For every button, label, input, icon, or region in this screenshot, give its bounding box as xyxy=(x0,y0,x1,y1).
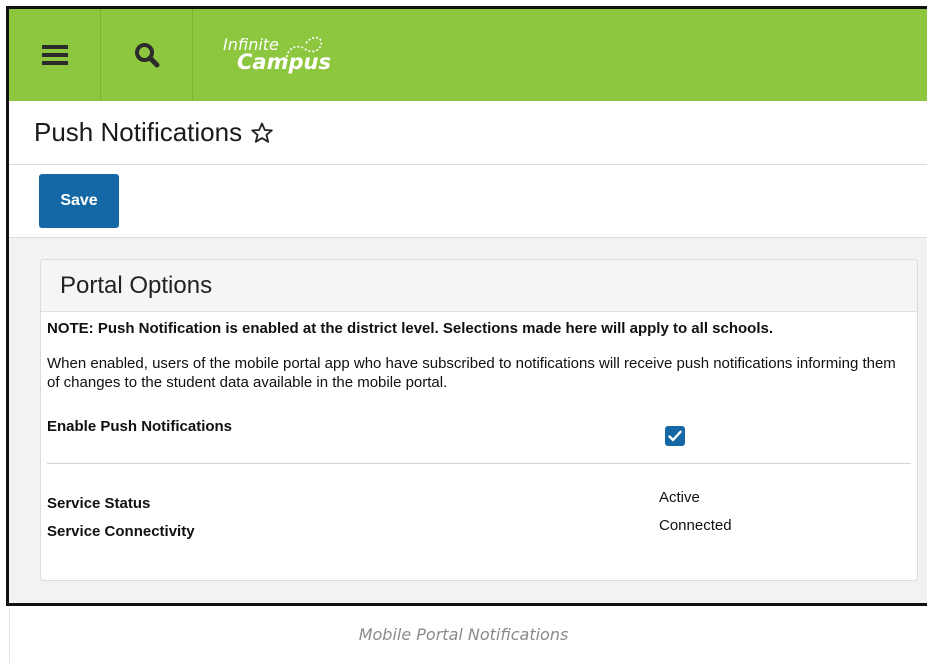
menu-button[interactable] xyxy=(9,9,101,101)
service-connectivity-label: Service Connectivity xyxy=(47,523,195,540)
service-status-label: Service Status xyxy=(47,495,151,512)
page-header: Push Notifications xyxy=(9,101,927,165)
portal-options-panel: Portal Options NOTE: Push Notification i… xyxy=(40,259,918,581)
content-area: Portal Options NOTE: Push Notification i… xyxy=(9,238,927,603)
page-title: Push Notifications xyxy=(34,117,243,147)
district-note: NOTE: Push Notification is enabled at th… xyxy=(47,320,774,337)
enable-push-checkbox[interactable] xyxy=(665,426,685,446)
hamburger-menu-icon xyxy=(41,45,68,65)
search-button[interactable] xyxy=(101,9,193,101)
save-button[interactable]: Save xyxy=(39,174,119,228)
service-status-row: Service Status Active xyxy=(47,489,911,517)
star-outline-icon xyxy=(251,122,273,143)
service-connectivity-row: Service Connectivity Connected xyxy=(47,517,911,545)
panel-title: Portal Options xyxy=(41,260,917,312)
service-connectivity-value: Connected xyxy=(659,517,732,534)
section-divider xyxy=(47,463,911,464)
favorite-button[interactable] xyxy=(250,121,274,145)
service-status-value: Active xyxy=(659,489,700,506)
checkmark-icon xyxy=(668,430,682,442)
enable-push-row: Enable Push Notifications xyxy=(47,416,911,463)
image-caption: Mobile Portal Notifications xyxy=(358,625,569,644)
panel-body: NOTE: Push Notification is enabled at th… xyxy=(41,312,917,545)
description-text: When enabled, users of the mobile portal… xyxy=(47,355,896,391)
app-window: Infinite Campus Push Notifications Save … xyxy=(6,6,927,606)
search-icon xyxy=(134,43,159,68)
infinity-swirl-icon xyxy=(286,36,322,62)
action-toolbar: Save xyxy=(9,165,927,238)
top-navigation-bar: Infinite Campus xyxy=(9,9,927,101)
enable-push-label: Enable Push Notifications xyxy=(47,418,233,435)
infinite-campus-logo[interactable]: Infinite Campus xyxy=(193,9,331,101)
